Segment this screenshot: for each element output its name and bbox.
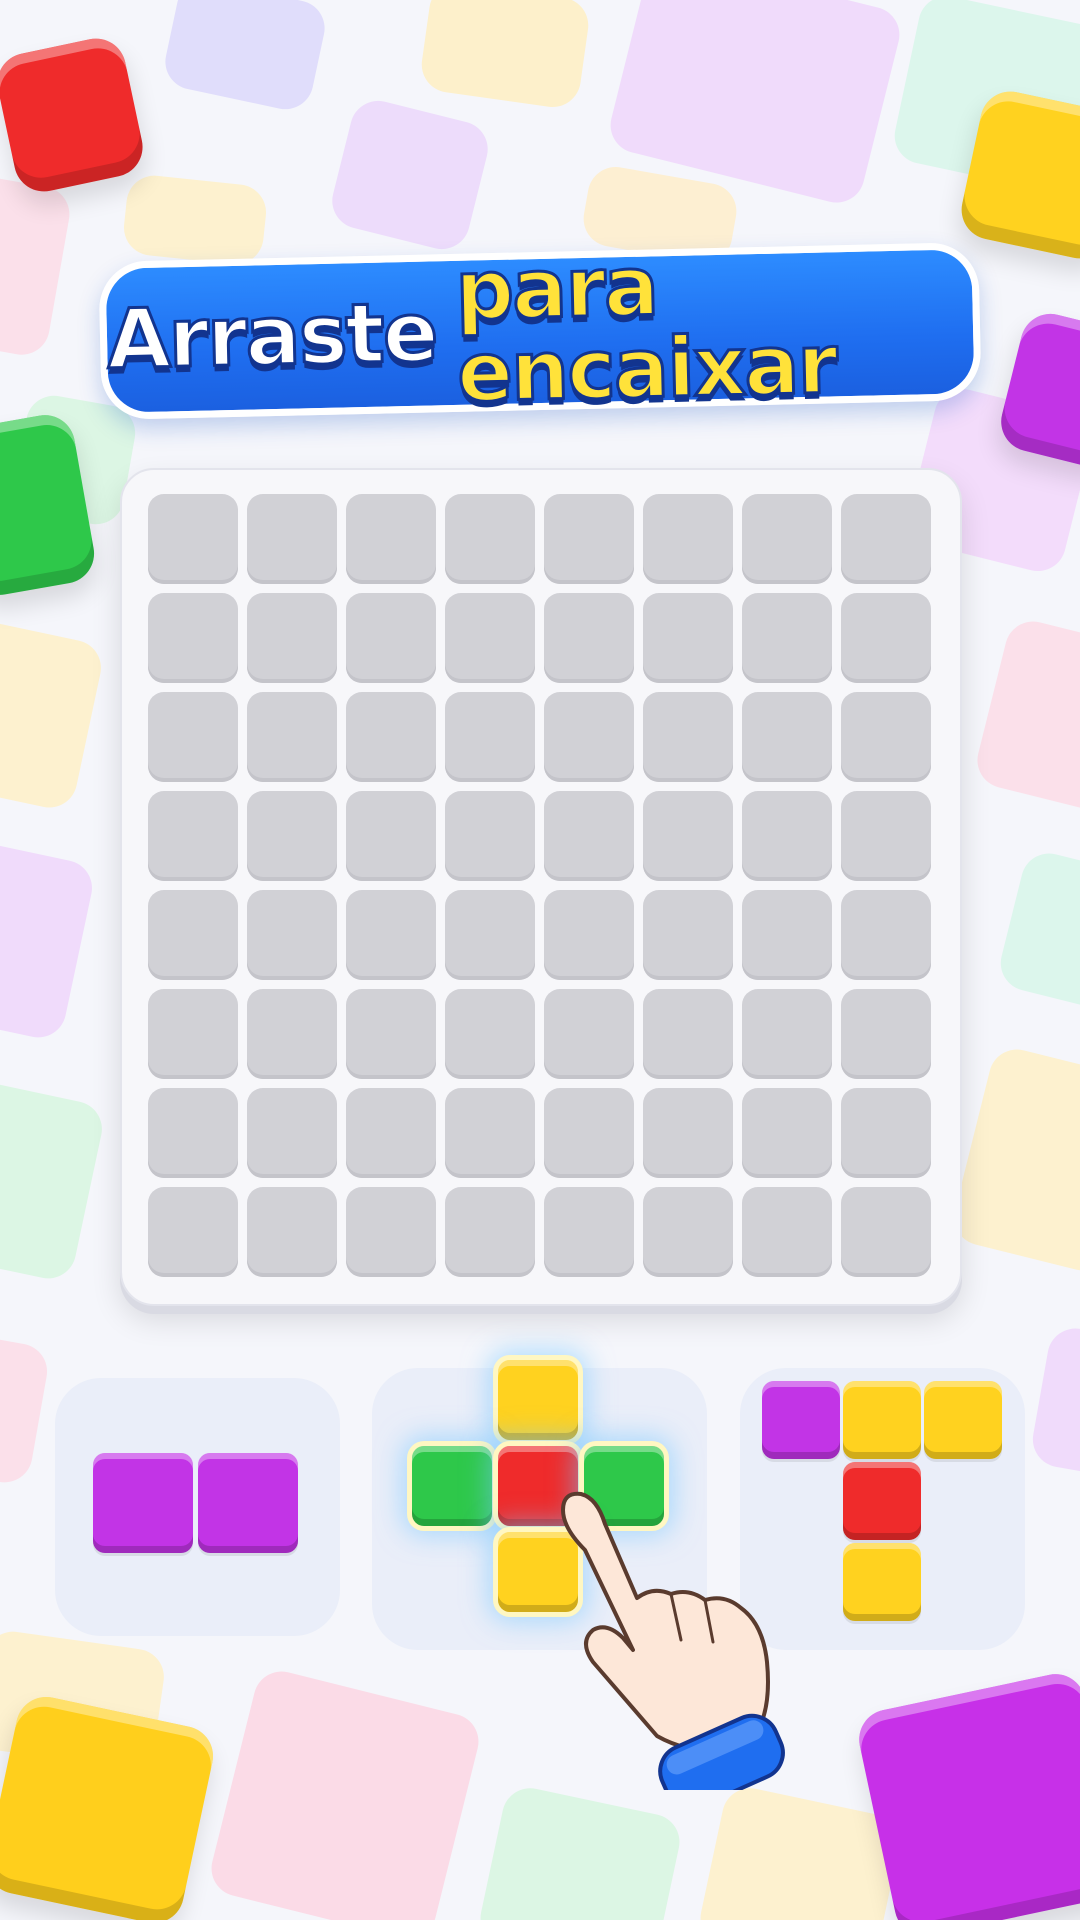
board-cell[interactable]: [346, 1088, 436, 1178]
board-cell[interactable]: [247, 890, 337, 980]
pointing-hand-icon: [561, 1491, 785, 1790]
board-cell[interactable]: [643, 1187, 733, 1277]
board-cell[interactable]: [346, 692, 436, 782]
board-cell[interactable]: [148, 989, 238, 1079]
board-cell[interactable]: [544, 1187, 634, 1277]
board-cell[interactable]: [148, 791, 238, 881]
board-cell[interactable]: [841, 494, 931, 584]
board-cell[interactable]: [643, 989, 733, 1079]
board-cell[interactable]: [346, 791, 436, 881]
bg-square: [205, 1665, 485, 1920]
red-decor-cube: [0, 33, 149, 197]
board-cell[interactable]: [544, 692, 634, 782]
board-cell[interactable]: [247, 1088, 337, 1178]
bg-square: [1028, 1324, 1080, 1476]
board-cell[interactable]: [445, 494, 535, 584]
board-cell[interactable]: [742, 890, 832, 980]
board-cell[interactable]: [148, 494, 238, 584]
bg-square: [994, 847, 1080, 1013]
board-cell[interactable]: [643, 791, 733, 881]
bg-square: [160, 0, 330, 115]
board-cell[interactable]: [544, 593, 634, 683]
piece-block: [762, 1381, 840, 1459]
piece-block: [93, 1453, 193, 1553]
board-cell[interactable]: [643, 692, 733, 782]
board-cell[interactable]: [544, 1088, 634, 1178]
bg-square: [0, 1333, 52, 1487]
piece-block: [843, 1462, 921, 1540]
piece-block: [924, 1381, 1002, 1459]
bg-square: [971, 615, 1080, 815]
game-board[interactable]: [120, 468, 962, 1306]
bg-square: [0, 170, 74, 360]
board-cell[interactable]: [742, 989, 832, 1079]
board-cell[interactable]: [148, 593, 238, 683]
piece-t[interactable]: [762, 1381, 1007, 1626]
board-cell[interactable]: [841, 1187, 931, 1277]
board-cell[interactable]: [445, 593, 535, 683]
bg-square: [121, 172, 269, 268]
board-cell[interactable]: [544, 989, 634, 1079]
board-cell[interactable]: [742, 494, 832, 584]
piece-block: [843, 1381, 921, 1459]
board-cell[interactable]: [841, 791, 931, 881]
board-cell[interactable]: [346, 593, 436, 683]
board-cell[interactable]: [346, 890, 436, 980]
board-cell[interactable]: [544, 494, 634, 584]
board-cell[interactable]: [643, 593, 733, 683]
title-word-yellow: para encaixar: [453, 238, 839, 423]
board-cell[interactable]: [247, 692, 337, 782]
bg-square: [0, 1076, 108, 1284]
board-cell[interactable]: [346, 989, 436, 1079]
bg-square: [326, 94, 494, 256]
board-cell[interactable]: [445, 791, 535, 881]
board-cell[interactable]: [247, 593, 337, 683]
bg-square: [0, 617, 107, 813]
board-cell[interactable]: [742, 1088, 832, 1178]
board-cell[interactable]: [742, 791, 832, 881]
board-cell[interactable]: [643, 890, 733, 980]
board-cell[interactable]: [643, 494, 733, 584]
board-cell[interactable]: [346, 1187, 436, 1277]
board-cell[interactable]: [841, 989, 931, 1079]
board-cell[interactable]: [445, 890, 535, 980]
piece-domino[interactable]: [93, 1453, 303, 1558]
board-cell[interactable]: [544, 890, 634, 980]
board-cell[interactable]: [643, 1088, 733, 1178]
board-cell[interactable]: [247, 791, 337, 881]
title-word-white: Arraste: [105, 284, 439, 389]
piece-block: [843, 1543, 921, 1621]
board-cell[interactable]: [445, 692, 535, 782]
board-cell[interactable]: [742, 593, 832, 683]
bg-square: [418, 0, 592, 111]
board-cell[interactable]: [148, 1187, 238, 1277]
bg-square: [0, 837, 98, 1043]
piece-block: [198, 1453, 298, 1553]
board-cell[interactable]: [346, 494, 436, 584]
board-cell[interactable]: [445, 989, 535, 1079]
board-cell[interactable]: [841, 890, 931, 980]
board-cell[interactable]: [247, 1187, 337, 1277]
yellow-decor-cube: [0, 1691, 219, 1920]
board-cell[interactable]: [247, 494, 337, 584]
board-cell[interactable]: [742, 1187, 832, 1277]
board-cell[interactable]: [445, 1088, 535, 1178]
board-cell[interactable]: [544, 791, 634, 881]
bg-square: [948, 1043, 1080, 1277]
piece-block: [412, 1446, 492, 1526]
board-cell[interactable]: [445, 1187, 535, 1277]
board-cell[interactable]: [247, 989, 337, 1079]
board-cell[interactable]: [742, 692, 832, 782]
board-cell[interactable]: [148, 692, 238, 782]
board-cell[interactable]: [148, 1088, 238, 1178]
bg-square: [475, 1783, 685, 1920]
board-cell[interactable]: [841, 692, 931, 782]
board-cell[interactable]: [841, 1088, 931, 1178]
board-cell[interactable]: [841, 593, 931, 683]
board-cell[interactable]: [148, 890, 238, 980]
piece-block: [498, 1360, 578, 1440]
title-banner: Arraste para encaixar: [98, 238, 982, 423]
